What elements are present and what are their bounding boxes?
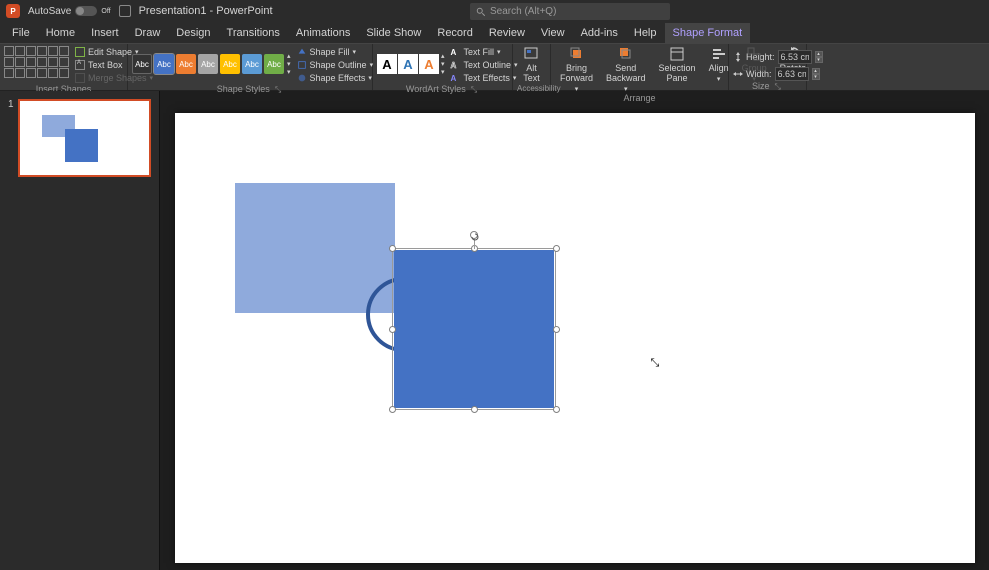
group-button: Group▾ [737,46,772,84]
selection-handle-se[interactable] [553,406,560,413]
search-icon [476,7,486,17]
selection-handle-nw[interactable] [389,245,396,252]
alt-text-icon [523,46,539,62]
selection-handle-s[interactable] [471,406,478,413]
save-icon[interactable] [119,5,131,17]
shape-style-3[interactable]: Abc [176,54,196,74]
wordart-style-3[interactable]: A [419,54,439,74]
app-icon [6,4,20,18]
merge-shapes-icon [75,73,85,83]
tab-view[interactable]: View [533,23,573,43]
wordart-gallery-up[interactable]: ▴ [441,52,445,60]
tab-record[interactable]: Record [429,23,480,43]
shape-style-2[interactable]: Abc [154,54,174,74]
text-fill-icon: A [451,48,461,57]
selection-pane-button[interactable]: Selection Pane [654,46,701,84]
tab-animations[interactable]: Animations [288,23,358,43]
autosave-state: Off [101,8,110,15]
wordart-style-1[interactable]: A [377,54,397,74]
wordart-style-2[interactable]: A [398,54,418,74]
group-icon [746,46,762,62]
text-effects-button[interactable]: AText Effects▾ [448,72,521,84]
selection-handle-ne[interactable] [553,245,560,252]
shape-fill-button[interactable]: Shape Fill▾ [294,46,377,58]
shape-outline-button[interactable]: Shape Outline▾ [294,59,377,71]
effects-icon [297,73,307,83]
tab-design[interactable]: Design [168,23,218,43]
tab-insert[interactable]: Insert [83,23,127,43]
slide-canvas[interactable]: ⤡ [175,113,975,563]
shape-style-1[interactable]: Abc [132,54,152,74]
tab-review[interactable]: Review [481,23,533,43]
selection-handle-w[interactable] [389,326,396,333]
text-fill-button[interactable]: AText Fill▾ [448,46,521,58]
shape-rectangle-selected[interactable] [394,250,554,408]
text-outline-icon: A [451,61,461,70]
height-spin-down[interactable]: ▾ [815,57,823,63]
selection-pane-icon [669,46,685,62]
text-outline-button[interactable]: AText Outline▾ [448,59,521,71]
width-spin-down[interactable]: ▾ [812,74,820,80]
text-effects-icon: A [451,74,461,83]
shape-style-6[interactable]: Abc [242,54,262,74]
selection-handle-e[interactable] [553,326,560,333]
wordart-gallery-down[interactable]: ▾ [441,60,445,68]
height-input[interactable] [778,50,812,64]
search-input[interactable]: Search (Alt+Q) [470,3,670,20]
shape-style-5[interactable]: Abc [220,54,240,74]
tab-transitions[interactable]: Transitions [219,23,288,43]
shape-gallery[interactable] [4,46,69,78]
autosave-toggle[interactable] [75,6,97,16]
bring-forward-icon [569,46,585,62]
shape-effects-button[interactable]: Shape Effects▾ [294,72,377,84]
fill-icon [297,47,307,57]
document-title: Presentation1 - PowerPoint [139,5,273,17]
tab-help[interactable]: Help [626,23,665,43]
style-gallery-down[interactable]: ▾ [287,60,291,68]
bring-forward-button[interactable]: Bring Forward▾ [555,46,598,93]
edit-shape-icon [75,47,85,57]
size-launcher[interactable]: ⤡ [773,82,783,92]
tab-shape-format[interactable]: Shape Format [665,23,751,43]
search-placeholder: Search (Alt+Q) [490,6,556,17]
text-box-icon [75,60,85,70]
outline-icon [297,60,307,70]
style-gallery-more[interactable]: ▾ [287,68,291,76]
tab-draw[interactable]: Draw [127,23,169,43]
send-backward-icon [618,46,634,62]
thumbnail-number: 1 [8,99,14,177]
send-backward-button[interactable]: Send Backward▾ [601,46,651,93]
width-input[interactable] [775,67,809,81]
selection-handle-sw[interactable] [389,406,396,413]
slide-thumbnail-1[interactable] [18,99,151,177]
autosave-label: AutoSave [28,6,71,17]
shape-rectangle-light[interactable] [235,183,395,313]
shape-style-4[interactable]: Abc [198,54,218,74]
alt-text-button[interactable]: Alt Text [518,46,545,84]
rotation-handle[interactable] [470,231,478,239]
style-gallery-up[interactable]: ▴ [287,52,291,60]
tab-home[interactable]: Home [38,23,83,43]
tab-addins[interactable]: Add-ins [573,23,626,43]
wordart-gallery-more[interactable]: ▾ [441,68,445,76]
mouse-cursor: ⤡ [651,357,660,370]
align-icon [711,46,727,62]
tab-slideshow[interactable]: Slide Show [358,23,429,43]
tab-file[interactable]: File [4,23,38,43]
shape-style-7[interactable]: Abc [264,54,284,74]
thumb-shape-2 [65,129,98,162]
